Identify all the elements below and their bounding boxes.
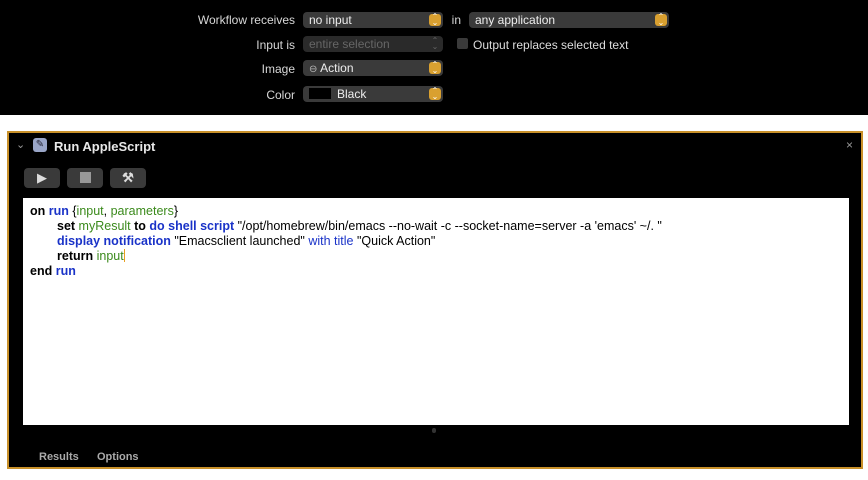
code-line: set myResult to do shell script "/opt/ho… bbox=[30, 219, 842, 234]
input-is-value: entire selection bbox=[309, 37, 390, 51]
tab-options[interactable]: Options bbox=[97, 451, 139, 463]
code-token: to bbox=[134, 219, 150, 233]
workflow-receives-label: Workflow receives bbox=[197, 13, 295, 27]
code-token: input bbox=[76, 204, 104, 218]
in-label: in bbox=[451, 13, 461, 27]
stepper-icon: ⌃ ⌄ bbox=[429, 87, 441, 101]
text-caret bbox=[123, 249, 125, 262]
code-token: myResult bbox=[78, 219, 135, 233]
workflow-settings-bar: Workflow receives no input ⌃ ⌄ in any app… bbox=[0, 0, 868, 115]
code-token: } bbox=[173, 204, 179, 218]
code-line: on run {input, parameters} bbox=[30, 204, 842, 219]
run-applescript-action: ⌄ ✎ Run AppleScript × ▶ ⚒ on run {input,… bbox=[7, 131, 863, 469]
code-token: input bbox=[96, 249, 124, 263]
application-select[interactable]: any application ⌃ ⌄ bbox=[469, 12, 669, 28]
action-gear-icon: ⊖ bbox=[309, 64, 321, 75]
color-select[interactable]: Black ⌃ ⌄ bbox=[303, 86, 443, 102]
code-token: "Emacsclient launched" bbox=[174, 234, 309, 248]
code-token: set bbox=[57, 219, 79, 233]
code-line: display notification "Emacsclient launch… bbox=[30, 234, 842, 249]
applescript-icon: ✎ bbox=[33, 138, 47, 152]
code-token: display notification bbox=[57, 234, 175, 248]
stop-button[interactable] bbox=[67, 168, 103, 188]
color-label: Color bbox=[266, 88, 295, 102]
tab-results[interactable]: Results bbox=[39, 451, 79, 463]
code-token: , bbox=[103, 204, 111, 218]
code-token: "Quick Action" bbox=[356, 234, 436, 248]
output-replaces-checkbox[interactable] bbox=[457, 38, 468, 49]
code-token: run bbox=[48, 204, 73, 218]
output-replaces-label: Output replaces selected text bbox=[473, 38, 629, 52]
code-token: end bbox=[30, 264, 56, 278]
application-value: any application bbox=[475, 13, 556, 27]
code-line: return input bbox=[30, 249, 842, 264]
code-token: return bbox=[57, 249, 97, 263]
color-value: Black bbox=[337, 87, 367, 101]
code-token: with title bbox=[308, 234, 357, 248]
stepper-icon: ⌃ ⌄ bbox=[655, 13, 667, 27]
run-button[interactable]: ▶ bbox=[24, 168, 60, 188]
input-is-label: Input is bbox=[256, 38, 295, 52]
play-icon: ▶ bbox=[37, 170, 47, 185]
code-token: on bbox=[30, 204, 49, 218]
stepper-icon: ⌃ ⌄ bbox=[429, 61, 441, 75]
stop-icon bbox=[79, 172, 91, 183]
image-value: Action bbox=[320, 61, 354, 75]
code-token: "/opt/homebrew/bin/emacs --no-wait -c --… bbox=[237, 219, 662, 233]
code-token: run bbox=[55, 264, 76, 278]
code-token: do shell script bbox=[149, 219, 238, 233]
action-title: Run AppleScript bbox=[54, 139, 156, 154]
image-select[interactable]: ⊖ Action ⌃ ⌄ bbox=[303, 60, 443, 76]
script-editor[interactable]: on run {input, parameters} set myResult t… bbox=[23, 198, 849, 425]
compile-button[interactable]: ⚒ bbox=[110, 168, 146, 188]
close-icon[interactable]: × bbox=[846, 138, 853, 152]
stepper-icon: ⌃ ⌄ bbox=[431, 36, 439, 51]
input-is-select[interactable]: entire selection ⌃ ⌄ bbox=[303, 36, 443, 52]
code-line: end run bbox=[30, 264, 842, 279]
image-label: Image bbox=[261, 62, 295, 76]
hammer-icon: ⚒ bbox=[122, 170, 134, 185]
collapse-chevron-icon[interactable]: ⌄ bbox=[16, 138, 25, 151]
color-swatch bbox=[309, 88, 331, 99]
resize-handle[interactable] bbox=[432, 428, 436, 433]
code-token: parameters bbox=[110, 204, 174, 218]
